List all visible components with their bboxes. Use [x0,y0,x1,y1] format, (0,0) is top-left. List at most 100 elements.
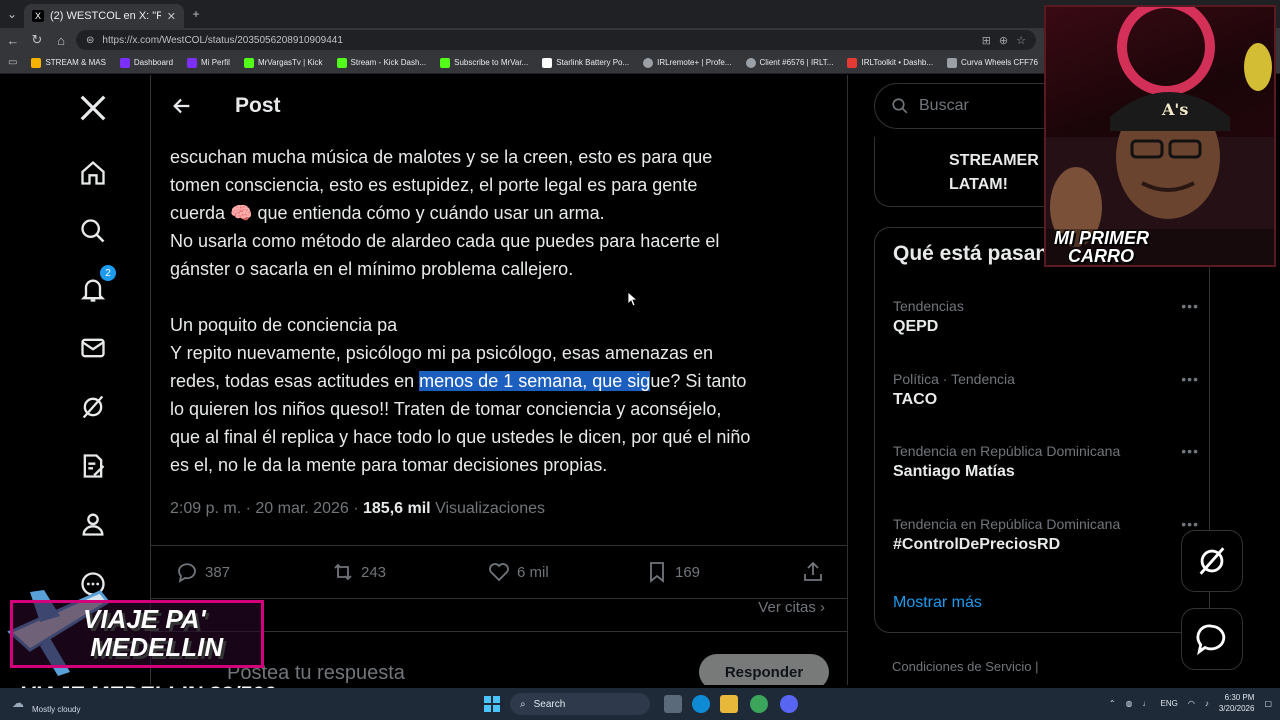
notifications-bell-icon[interactable]: 2 [78,265,116,305]
task-view-icon[interactable] [664,695,682,713]
more-options-icon[interactable]: ••• [1181,298,1199,314]
bookmark-favicon-icon [187,57,198,68]
more-options-icon[interactable]: ••• [1181,371,1199,387]
bookmark-item[interactable]: Subscribe to MrVar... [440,57,528,68]
tab-list-icon[interactable]: ⌄ [0,7,24,21]
reply-button[interactable]: Responder [699,654,829,685]
trend-name: QEPD [893,318,939,335]
lists-icon[interactable] [78,451,108,481]
weather-text[interactable]: Mostly cloudy [32,705,80,714]
views-count: 185,6 mil [363,500,431,517]
new-tab-icon[interactable]: + [184,7,208,21]
globe-icon [643,57,654,68]
bookmark-item[interactable]: Mi Perfil [187,57,230,68]
notification-badge: 2 [100,265,116,281]
home-icon[interactable]: ⌂ [52,33,70,48]
bookmark-item[interactable]: Client #6576 | IRLT... [745,57,834,68]
zoom-icon[interactable]: ⊕ [999,34,1008,47]
kick-icon [440,57,451,68]
bookmark-item[interactable]: Starlink Battery Po... [542,57,629,68]
site-info-icon[interactable]: ⊜ [86,35,94,46]
bookmark-item[interactable]: IRLremote+ | Profe... [643,57,732,68]
explore-search-icon[interactable] [78,216,108,246]
windows-start-icon[interactable] [484,696,500,712]
post-header: Post [151,75,847,137]
bookmark-item[interactable]: STREAM & MAS [31,57,106,68]
star-icon[interactable]: ☆ [1016,34,1026,47]
tab-title: (2) WESTCOL en X: "Recuerden qu [50,10,161,22]
terms-link[interactable]: Condiciones de Servicio | [892,659,1038,674]
bookmark-item[interactable]: Dashboard [119,57,173,68]
trend-category: Tendencia en República Dominicana [893,516,1121,532]
trend-item[interactable]: Tendencia en República Dominicana Santia… [893,443,1198,481]
tweet-line: cuerda 🧠 que entienda cómo y cuándo usar… [170,203,605,223]
reload-icon[interactable]: ↻ [28,32,46,48]
volume-icon[interactable]: ♪ [1205,699,1209,708]
x-logo-icon[interactable] [78,93,108,123]
repost-action[interactable]: 243 [331,560,386,584]
grok-icon[interactable] [78,392,108,422]
wifi-icon[interactable]: ◠ [1188,699,1195,708]
tweet-line: Un poquito de conciencia pa [170,315,398,335]
bookmark-favicon-icon [947,57,958,68]
notification-center-icon[interactable]: ▢ [1264,699,1272,708]
tweet-text[interactable]: escuchan mucha música de malotes y se la… [170,127,830,479]
bookmark-item[interactable]: Curva Wheels CFF76 [947,57,1038,68]
chevron-right-icon: › [820,599,825,616]
tweet-date[interactable]: 20 mar. 2026 [255,500,348,517]
network-icon[interactable]: ◍ [1126,699,1133,708]
search-placeholder: Buscar [919,97,969,114]
close-tab-icon[interactable]: ✕ [167,10,176,23]
trend-name: Santiago Matías [893,463,1015,480]
like-action[interactable]: 6 mil [487,560,549,584]
tweet-text-segment: ue? Si tanto [650,371,747,391]
tray-overflow-icon[interactable]: ⌃ [1109,699,1116,708]
bookmark-item[interactable]: MrVargasTv | Kick [243,57,323,68]
edge-browser-icon[interactable] [692,695,710,713]
bookmark-label: MrVargasTv | Kick [257,58,323,67]
show-more-link[interactable]: Mostrar más [893,594,982,612]
grok-float-button[interactable] [1181,530,1243,592]
bookmark-item[interactable]: Stream - Kick Dash... [336,57,426,68]
back-nav-icon[interactable]: ← [4,33,22,48]
repost-icon [334,563,352,581]
bookmark-item[interactable]: IRLToolkit • Dashb... [847,57,933,68]
bookmark-action[interactable]: 169 [645,560,700,584]
weather-icon[interactable]: ☁ [12,696,24,710]
x-favicon-icon: X [32,10,44,22]
trend-item[interactable]: Tendencias QEPD ••• [893,298,1198,336]
file-explorer-icon[interactable] [720,695,738,713]
reply-action[interactable]: 387 [175,560,230,584]
chat-bubble-icon [1196,624,1226,656]
promo-line: LATAM! [949,176,1008,193]
back-arrow-icon[interactable] [171,95,193,117]
bookmark-label: STREAM & MAS [45,58,106,67]
more-options-icon[interactable]: ••• [1181,443,1199,459]
app-install-icon[interactable]: ⊞ [982,34,991,47]
taskbar-clock[interactable]: 6:30 PM 3/20/2026 [1219,692,1255,714]
taskbar-search[interactable]: ⌕ Search [510,693,650,715]
share-action[interactable] [801,560,825,584]
messages-float-button[interactable] [1181,608,1243,670]
post-column: Post escuchan mucha música de malotes y … [150,75,848,685]
starlink-icon [542,57,553,68]
language-indicator[interactable]: ENG [1161,699,1178,708]
trend-item[interactable]: Política · Tendencia TACO ••• [893,371,1198,409]
messages-mail-icon[interactable] [78,333,108,363]
home-nav-icon[interactable] [78,158,108,188]
view-quotes-label: Ver citas [758,599,816,616]
bookmark-label: Client #6576 | IRLT... [759,58,834,67]
tweet-time[interactable]: 2:09 p. m. [170,500,241,517]
microphone-icon[interactable]: ♩ [1143,699,1151,708]
discord-icon[interactable] [780,695,798,713]
profile-icon[interactable] [78,509,108,539]
view-quotes-link[interactable]: Ver citas › [758,599,825,616]
browser-tab[interactable]: X (2) WESTCOL en X: "Recuerden qu ✕ [24,4,184,28]
app-taskbar-icon[interactable] [750,695,768,713]
clock-time: 6:30 PM [1224,693,1255,702]
url-field[interactable]: ⊜ https://x.com/WestCOL/status/203505620… [76,30,1036,50]
trend-item[interactable]: Tendencia en República Dominicana #Contr… [893,516,1198,554]
bookmarks-menu-icon[interactable]: ▭ [8,57,17,68]
kick-icon [336,57,347,68]
grok-icon [1199,547,1225,575]
